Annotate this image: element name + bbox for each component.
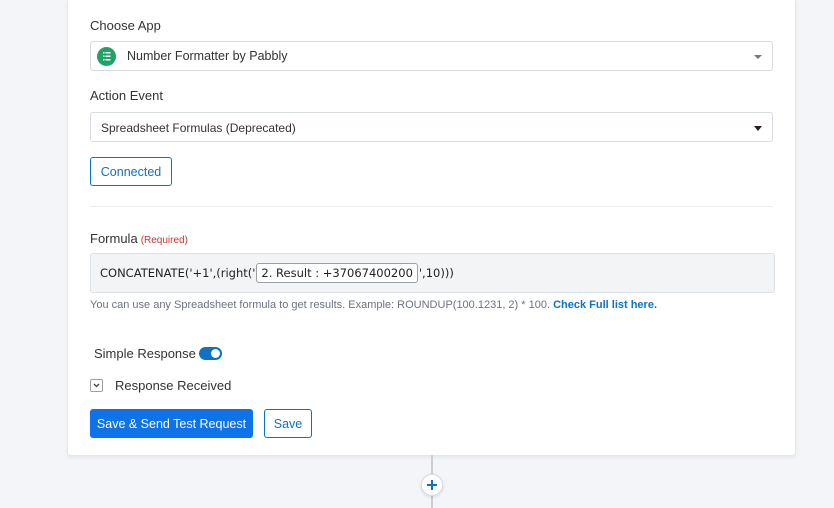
chevron-down-icon xyxy=(754,55,762,59)
step-connector-line-lower xyxy=(431,496,433,508)
formula-suffix: ',10))) xyxy=(418,266,454,280)
formula-help-text: You can use any Spreadsheet formula to g… xyxy=(90,299,551,311)
formula-label: Formula (Required) xyxy=(90,231,188,246)
chevron-down-icon xyxy=(93,383,100,388)
required-indicator: (Required) xyxy=(140,235,188,246)
choose-app-select[interactable]: Number Formatter by Pabbly xyxy=(90,41,773,71)
action-event-value: Spreadsheet Formulas (Deprecated) xyxy=(101,121,296,135)
simple-response-label: Simple Response xyxy=(94,346,196,361)
choose-app-value: Number Formatter by Pabbly xyxy=(127,49,288,63)
simple-response-toggle[interactable] xyxy=(199,347,222,360)
response-received-expand-toggle[interactable] xyxy=(90,379,103,392)
step-connector-line xyxy=(431,455,433,474)
formula-input[interactable]: CONCATENATE('+1',(right(' 2. Result : +37… xyxy=(90,253,775,293)
formula-prefix: CONCATENATE('+1',(right(' xyxy=(100,266,256,280)
toggle-knob xyxy=(211,349,220,358)
formula-help: You can use any Spreadsheet formula to g… xyxy=(90,299,657,311)
action-event-select[interactable]: Spreadsheet Formulas (Deprecated) xyxy=(90,112,773,142)
formula-token[interactable]: 2. Result : +37067400200 xyxy=(256,263,418,283)
connected-button[interactable]: Connected xyxy=(90,157,172,186)
action-event-label: Action Event xyxy=(90,88,163,103)
section-divider xyxy=(90,206,773,207)
check-full-list-link[interactable]: Check Full list here. xyxy=(553,299,657,311)
add-step-button[interactable] xyxy=(421,474,443,496)
save-send-test-request-button[interactable]: Save & Send Test Request xyxy=(90,409,253,438)
caret-down-icon xyxy=(754,126,762,131)
formula-label-text: Formula xyxy=(90,231,138,246)
save-button[interactable]: Save xyxy=(264,409,312,438)
response-received-label: Response Received xyxy=(115,378,232,393)
choose-app-label: Choose App xyxy=(90,18,161,33)
plus-icon xyxy=(427,480,437,490)
number-formatter-app-icon xyxy=(97,47,116,66)
action-step-card: Choose App Number Formatter by Pabbly Ac… xyxy=(67,0,796,456)
